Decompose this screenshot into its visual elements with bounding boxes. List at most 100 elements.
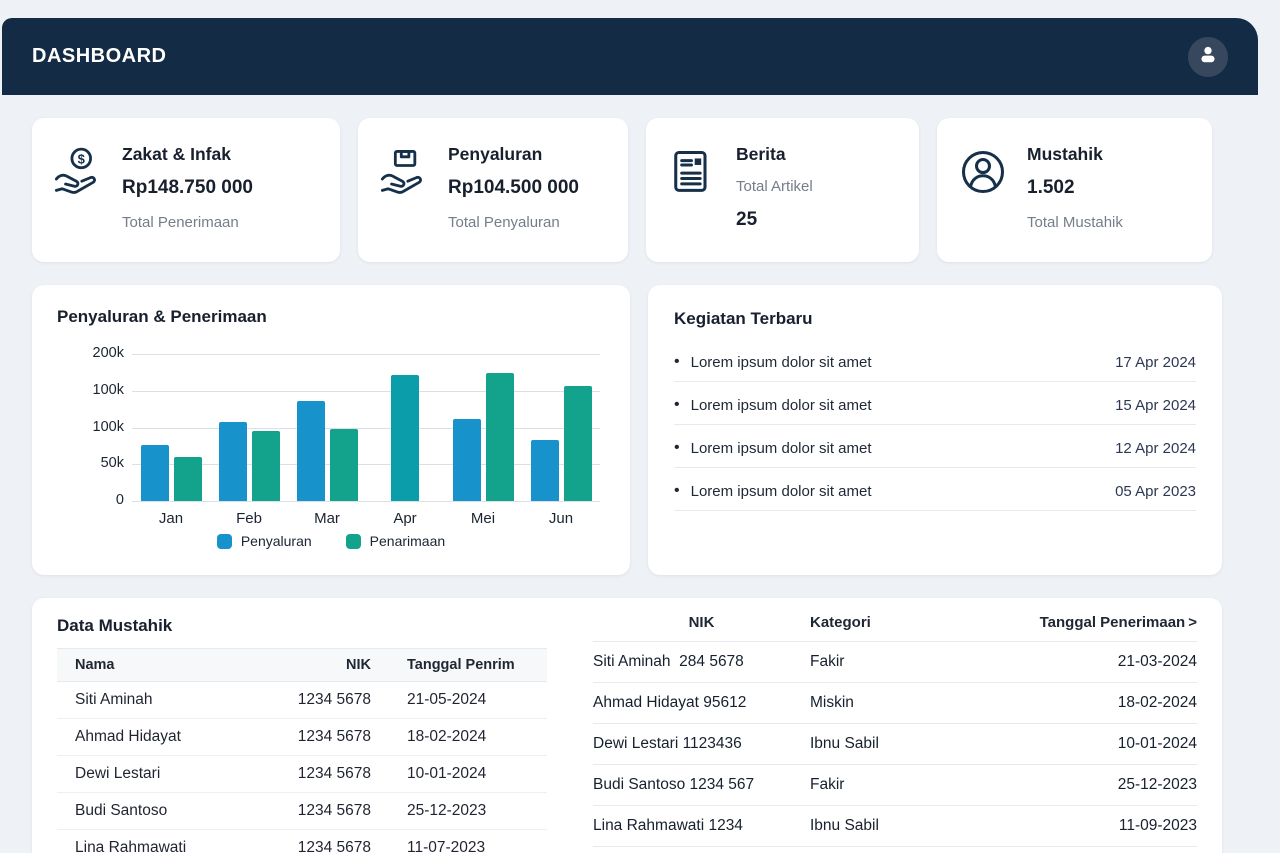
activity-list-item: • Lorem ipsum dolor sit amet 15 Apr 2024 bbox=[674, 382, 1196, 425]
newspaper-icon bbox=[666, 146, 718, 198]
table-row: Dewi Lestari 1234 5678 10-01-2024 bbox=[57, 756, 547, 793]
cell-tanggal: 25-12-2023 bbox=[982, 765, 1197, 806]
cell-nama: Siti Aminah bbox=[57, 682, 297, 719]
x-axis-tick-label: Mar bbox=[288, 510, 366, 527]
legend-item-penarimaan[interactable]: Penarimaan bbox=[346, 533, 446, 549]
activity-list-item: • Lorem ipsum dolor sit amet 17 Apr 2024 bbox=[674, 339, 1196, 382]
table-row: Siti Aminah 1234 5678 21-05-2024 bbox=[57, 682, 547, 719]
stat-card-label: Total Penerimaan bbox=[122, 212, 253, 234]
bar-group-jun bbox=[522, 354, 600, 501]
bar-penarimaan-apr bbox=[391, 375, 419, 501]
stat-card-row: $ Zakat & Infak Rp148.750 000Total Pener… bbox=[32, 118, 1222, 262]
stat-card-title: Berita bbox=[736, 142, 813, 166]
table-row: Lina Rahmawati 1234 5678 11-07-2023 bbox=[57, 830, 547, 853]
cell-nama: Dewi Lestari bbox=[57, 756, 297, 793]
stat-card: $ Zakat & Infak Rp148.750 000Total Pener… bbox=[32, 118, 340, 262]
column-header-nama: Nama bbox=[57, 649, 297, 682]
detail-table: NIK Kategori Tanggal Penerimaan> Siti Am… bbox=[593, 606, 1197, 847]
legend-label: Penarimaan bbox=[370, 533, 446, 549]
stat-card-value: 1.502 bbox=[1027, 174, 1123, 202]
activity-date: 15 Apr 2024 bbox=[1115, 397, 1196, 414]
cell-nik: 1234 5678 bbox=[297, 830, 377, 853]
cell-nik: 1234 5678 bbox=[297, 756, 377, 793]
table-row: Ahmad Hidayat 1234 5678 18-02-2024 bbox=[57, 719, 547, 756]
y-axis-tick-label: 100k bbox=[56, 419, 124, 435]
bar-penarimaan-jan bbox=[174, 457, 202, 501]
activity-date: 05 Apr 2023 bbox=[1115, 483, 1196, 500]
stat-card-label: Total Penyaluran bbox=[448, 212, 579, 234]
cell-kategori: Ibnu Sabil bbox=[810, 724, 982, 765]
table-row: Dewi Lestari 1123436 Ibnu Sabil 10-01-20… bbox=[593, 724, 1197, 765]
column-header-tanggal-penerimaan-sort[interactable]: Tanggal Penerimaan> bbox=[982, 606, 1197, 642]
activity-list-item: • Lorem ipsum dolor sit amet 05 Apr 2023 bbox=[674, 468, 1196, 511]
user-avatar-button[interactable] bbox=[1188, 37, 1228, 77]
cell-kategori: Fakir bbox=[810, 765, 982, 806]
x-axis-tick-label: Feb bbox=[210, 510, 288, 527]
cell-tanggal: 18-02-2024 bbox=[377, 719, 547, 756]
table-row: Budi Santoso 1234 5678 25-12-2023 bbox=[57, 793, 547, 830]
chart-x-axis: JanFebMarAprMeiJun bbox=[132, 510, 600, 527]
activity-date: 17 Apr 2024 bbox=[1115, 354, 1196, 371]
stat-card-title: Penyaluran bbox=[448, 142, 579, 166]
bar-penyaluran-jan bbox=[141, 445, 169, 501]
stat-card-label: Total Artikel bbox=[736, 176, 813, 198]
bar-group-feb bbox=[210, 354, 288, 501]
column-header-tanggal: Tanggal Penrim bbox=[377, 649, 547, 682]
cell-tanggal: 18-02-2024 bbox=[982, 683, 1197, 724]
bar-group-apr bbox=[366, 354, 444, 501]
detail-table-section: NIK Kategori Tanggal Penerimaan> Siti Am… bbox=[593, 606, 1197, 847]
bar-penyaluran-mei bbox=[453, 419, 481, 501]
mustahik-table: Nama NIK Tanggal Penrim Siti Aminah 1234… bbox=[57, 648, 547, 853]
bar-penarimaan-mar bbox=[330, 429, 358, 501]
cell-nama-nik: Dewi Lestari 1123436 bbox=[593, 724, 810, 765]
mustahik-table-title: Data Mustahik bbox=[57, 616, 547, 636]
cell-tanggal: 10-01-2024 bbox=[982, 724, 1197, 765]
legend-item-penyaluran[interactable]: Penyaluran bbox=[217, 533, 312, 549]
mustahik-table-section: Data Mustahik Nama NIK Tanggal Penrim Si… bbox=[57, 616, 547, 853]
activity-date: 12 Apr 2024 bbox=[1115, 440, 1196, 457]
recent-activities-card: Kegiatan Terbaru • Lorem ipsum dolor sit… bbox=[648, 285, 1222, 575]
cell-nama-nik: Lina Rahmawati 1234 bbox=[593, 806, 810, 847]
activity-text: Lorem ipsum dolor sit amet bbox=[691, 397, 872, 414]
cell-tanggal: 21-05-2024 bbox=[377, 682, 547, 719]
stat-card-title: Mustahik bbox=[1027, 142, 1123, 166]
activity-text: Lorem ipsum dolor sit amet bbox=[691, 354, 872, 371]
cell-tanggal: 21-03-2024 bbox=[982, 642, 1197, 683]
bar-group-jan bbox=[132, 354, 210, 501]
hand-box-icon bbox=[378, 146, 430, 198]
bullet-icon: • bbox=[674, 353, 680, 371]
activity-list-item: • Lorem ipsum dolor sit amet 12 Apr 2024 bbox=[674, 425, 1196, 468]
app-header: DASHBOARD bbox=[2, 18, 1258, 95]
cell-nik: 1234 5678 bbox=[297, 682, 377, 719]
column-header-kategori: Kategori bbox=[810, 606, 982, 642]
y-axis-tick-label: 0 bbox=[56, 492, 124, 508]
cell-tanggal: 11-09-2023 bbox=[982, 806, 1197, 847]
bullet-icon: • bbox=[674, 396, 680, 414]
cell-tanggal: 11-07-2023 bbox=[377, 830, 547, 853]
svg-text:$: $ bbox=[78, 151, 86, 166]
x-axis-tick-label: Jan bbox=[132, 510, 210, 527]
bullet-icon: • bbox=[674, 482, 680, 500]
legend-swatch bbox=[217, 534, 232, 549]
stat-card-value: Rp148.750 000 bbox=[122, 174, 253, 202]
y-axis-tick-label: 50k bbox=[56, 455, 124, 471]
stat-card-value: Rp104.500 000 bbox=[448, 174, 579, 202]
bar-penarimaan-feb bbox=[252, 431, 280, 501]
activity-text: Lorem ipsum dolor sit amet bbox=[691, 440, 872, 457]
cell-nama-nik: Ahmad Hidayat 95612 bbox=[593, 683, 810, 724]
table-row: Lina Rahmawati 1234 Ibnu Sabil 11-09-202… bbox=[593, 806, 1197, 847]
stat-card-value: 25 bbox=[736, 206, 813, 234]
cell-tanggal: 10-01-2024 bbox=[377, 756, 547, 793]
cell-nama-nik: Siti Aminah 284 5678 bbox=[593, 642, 810, 683]
page-title: DASHBOARD bbox=[32, 45, 167, 68]
cell-nama: Lina Rahmawati bbox=[57, 830, 297, 853]
y-axis-tick-label: 200k bbox=[56, 345, 124, 361]
column-header-nik: NIK bbox=[297, 649, 377, 682]
user-icon bbox=[1196, 42, 1220, 71]
activities-list: • Lorem ipsum dolor sit amet 17 Apr 2024… bbox=[674, 339, 1196, 511]
user-circle-icon bbox=[957, 146, 1009, 198]
cell-kategori: Ibnu Sabil bbox=[810, 806, 982, 847]
activity-text: Lorem ipsum dolor sit amet bbox=[691, 483, 872, 500]
bar-chart: 200k100k100k50k0 JanFebMarAprMeiJun bbox=[56, 354, 600, 527]
bar-groups bbox=[132, 354, 600, 501]
